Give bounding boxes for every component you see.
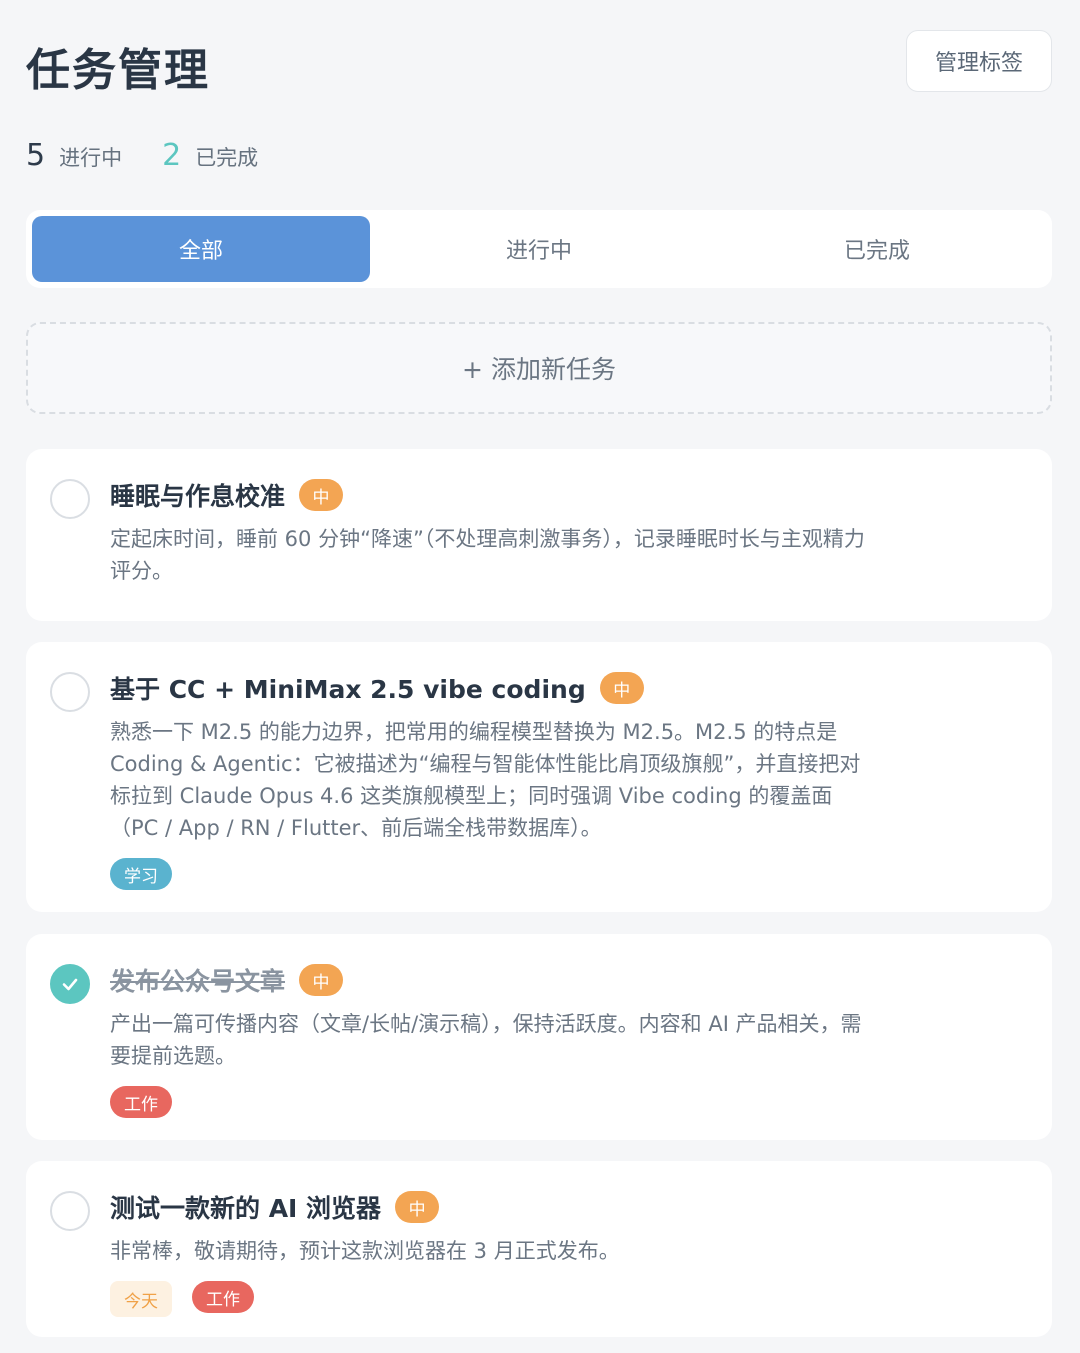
task-title-row: 发布公众号文章 中	[110, 962, 872, 998]
stat-done: 2 已完成	[162, 138, 258, 173]
task-checkbox[interactable]	[50, 964, 90, 1004]
tab-active[interactable]: 进行中	[370, 216, 708, 282]
stat-active: 5 进行中	[26, 138, 122, 173]
tag-today[interactable]: 今天	[110, 1281, 172, 1317]
task-description: 定起床时间，睡前 60 分钟“降速”（不处理高刺激事务），记录睡眠时长与主观精力…	[110, 527, 865, 583]
page-title: 任务管理	[26, 45, 210, 96]
filter-tabs: 全部 进行中 已完成	[26, 210, 1052, 288]
task-card: 测试一款新的 AI 浏览器 中 非常棒，敬请期待，预计这款浏览器在 3 月正式发…	[26, 1161, 1052, 1337]
header: 任务管理 管理标签	[26, 30, 1052, 96]
task-body: 睡眠与作息校准 中 定起床时间，睡前 60 分钟“降速”（不处理高刺激事务），记…	[110, 477, 872, 587]
task-title[interactable]: 测试一款新的 AI 浏览器	[110, 1189, 381, 1225]
task-stats: 5 进行中 2 已完成	[26, 138, 298, 178]
task-title[interactable]: 基于 CC + MiniMax 2.5 vibe coding	[110, 670, 586, 706]
tab-done[interactable]: 已完成	[708, 216, 1046, 282]
task-card: 睡眠与作息校准 中 定起床时间，睡前 60 分钟“降速”（不处理高刺激事务），记…	[26, 449, 1052, 621]
task-body: 基于 CC + MiniMax 2.5 vibe coding 中 熟悉一下 M…	[110, 670, 872, 890]
tag-work[interactable]: 工作	[110, 1086, 172, 1118]
task-body: 发布公众号文章 中 产出一篇可传播内容（文章/长帖/演示稿），保持活跃度。内容和…	[110, 962, 872, 1118]
active-label: 进行中	[59, 146, 123, 170]
tab-all[interactable]: 全部	[32, 216, 370, 282]
task-tags: 今天 工作	[110, 1281, 872, 1317]
task-description: 产出一篇可传播内容（文章/长帖/演示稿），保持活跃度。内容和 AI 产品相关，需…	[110, 1012, 862, 1068]
active-count: 5	[26, 138, 46, 173]
task-description: 熟悉一下 M2.5 的能力边界，把常用的编程模型替换为 M2.5。M2.5 的特…	[110, 720, 861, 840]
add-task-button[interactable]: + 添加新任务	[26, 322, 1052, 414]
task-card: 发布公众号文章 中 产出一篇可传播内容（文章/长帖/演示稿），保持活跃度。内容和…	[26, 934, 1052, 1140]
priority-badge: 中	[395, 1191, 440, 1223]
check-icon	[62, 978, 78, 991]
task-checkbox[interactable]	[50, 672, 90, 712]
tag-work[interactable]: 工作	[192, 1281, 254, 1313]
task-checkbox[interactable]	[50, 479, 90, 519]
task-title[interactable]: 睡眠与作息校准	[110, 477, 285, 513]
priority-badge: 中	[599, 672, 644, 704]
task-description: 非常棒，敬请期待，预计这款浏览器在 3 月正式发布。	[110, 1239, 620, 1263]
priority-badge: 中	[299, 479, 344, 511]
task-title-row: 测试一款新的 AI 浏览器 中	[110, 1189, 872, 1225]
task-title[interactable]: 发布公众号文章	[110, 962, 285, 998]
task-title-row: 睡眠与作息校准 中	[110, 477, 872, 513]
done-count: 2	[162, 138, 182, 173]
task-body: 测试一款新的 AI 浏览器 中 非常棒，敬请期待，预计这款浏览器在 3 月正式发…	[110, 1189, 872, 1317]
task-title-row: 基于 CC + MiniMax 2.5 vibe coding 中	[110, 670, 872, 706]
tag-study[interactable]: 学习	[110, 858, 172, 890]
task-card: 基于 CC + MiniMax 2.5 vibe coding 中 熟悉一下 M…	[26, 642, 1052, 912]
done-label: 已完成	[195, 146, 259, 170]
task-checkbox[interactable]	[50, 1191, 90, 1231]
manage-tags-button[interactable]: 管理标签	[906, 30, 1052, 92]
priority-badge: 中	[299, 964, 344, 996]
task-tags: 工作	[110, 1086, 872, 1118]
task-tags: 学习	[110, 858, 872, 890]
